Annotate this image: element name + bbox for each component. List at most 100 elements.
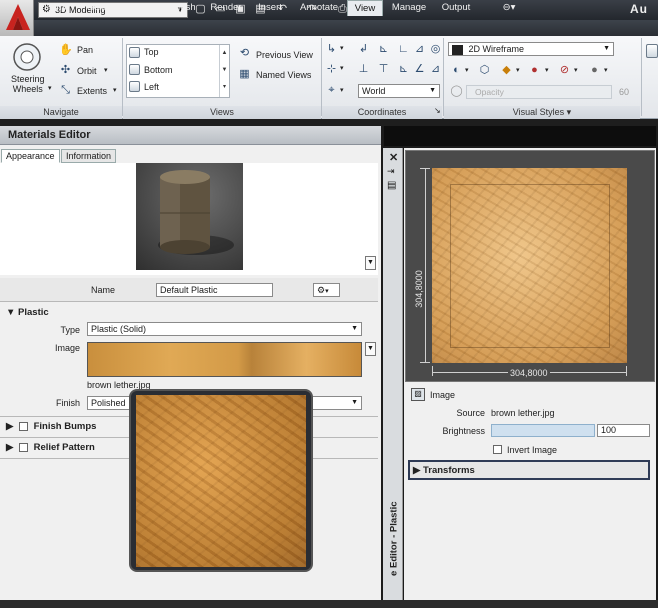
extents-button[interactable]: Extents xyxy=(77,86,107,96)
ucs-origin-icon[interactable]: ↲ xyxy=(357,43,370,56)
face-style-icon[interactable]: ⬡ xyxy=(478,64,491,77)
extents-dropdown-icon[interactable]: ▾ xyxy=(113,86,117,94)
tab-annotate[interactable]: Annotate xyxy=(294,0,344,16)
ucs-rotate-x-icon[interactable]: ⊾ xyxy=(397,63,410,76)
edges-icon[interactable]: ◐ xyxy=(450,64,463,77)
section-plastic[interactable]: ▼ Plastic xyxy=(6,307,49,318)
orbit-dropdown-icon[interactable]: ▾ xyxy=(104,66,108,74)
views-gallery[interactable] xyxy=(126,44,230,98)
texture-tile-boundary[interactable] xyxy=(450,184,610,348)
finish-label: Finish xyxy=(55,398,80,408)
image-options-icon[interactable]: ▼ xyxy=(365,342,376,356)
next-panel-icon[interactable] xyxy=(646,44,658,58)
properties-icon[interactable]: ▤ xyxy=(387,180,396,191)
ribbon-minimize-icon[interactable]: ⊖▾ xyxy=(497,0,521,16)
tab-render[interactable]: Render xyxy=(206,0,246,16)
lighting-icon[interactable]: ● xyxy=(528,64,541,77)
brightness-slider[interactable] xyxy=(491,424,595,437)
materials-icon[interactable]: ● xyxy=(588,64,601,77)
ucs-object-icon[interactable]: ⊥ xyxy=(357,63,370,76)
ucs-x-icon[interactable]: ⊾ xyxy=(377,43,390,56)
ucs-3point-icon[interactable]: ⊹ xyxy=(325,63,338,76)
image-label: Image xyxy=(54,343,80,353)
close-icon[interactable]: ✕ xyxy=(389,151,398,164)
ucs-z-icon[interactable]: ⊿ xyxy=(413,43,426,56)
material-name-input[interactable]: Default Plastic xyxy=(156,283,273,297)
tab-surface[interactable]: Surface xyxy=(120,0,162,16)
transforms-section[interactable]: ▶ Transforms xyxy=(408,460,650,480)
visual-style-select[interactable]: 2D Wireframe ▼ xyxy=(448,42,614,56)
materials-dropdown-icon[interactable]: ▾ xyxy=(604,66,608,74)
auto-hide-icon[interactable]: ⇥ xyxy=(387,166,395,177)
chevron-down-icon: ▾ xyxy=(325,288,329,295)
view-bottom[interactable]: Bottom xyxy=(144,65,173,75)
ucs-rotate-y-icon[interactable]: ∠ xyxy=(413,63,426,76)
lighting-dropdown-icon[interactable]: ▾ xyxy=(545,66,549,74)
finish-value: Polished xyxy=(91,398,126,408)
image-texture-swatch[interactable] xyxy=(87,342,362,377)
steering-wheels-button[interactable] xyxy=(10,42,44,72)
chevron-down-icon: ▼ xyxy=(351,325,358,332)
preview-options-icon[interactable]: ▼ xyxy=(365,256,376,270)
ucs-view-icon[interactable]: ◎ xyxy=(429,43,442,56)
visual-style-icon xyxy=(452,44,463,55)
opacity-slider[interactable]: Opacity xyxy=(466,85,612,99)
tab-view[interactable]: View xyxy=(347,0,383,16)
finish-bumps-checkbox[interactable] xyxy=(18,421,28,431)
section-relief-pattern[interactable]: ▶ Relief Pattern xyxy=(6,442,95,453)
application-button[interactable] xyxy=(0,0,34,36)
shadows-icon[interactable]: ◆ xyxy=(500,64,513,77)
invert-image-checkbox[interactable] xyxy=(493,445,502,454)
brightness-label: Brightness xyxy=(442,426,485,436)
ucs-rotate-z-icon[interactable]: ⊿ xyxy=(429,63,442,76)
height-dimension-label-anchor: 304,8000 xyxy=(413,268,434,310)
ucs-world-select[interactable]: World ▼ xyxy=(358,84,440,98)
view-left[interactable]: Left xyxy=(144,82,159,92)
source-value[interactable]: brown lether.jpg xyxy=(491,408,555,418)
opacity-icon: ◯ xyxy=(450,85,463,97)
panel-launcher-icon[interactable]: ↘ xyxy=(434,106,441,115)
previous-view-button[interactable]: Previous View xyxy=(256,50,313,60)
shadows-dropdown-icon[interactable]: ▾ xyxy=(516,66,520,74)
named-views-button[interactable]: Named Views xyxy=(256,70,311,80)
xray-icon[interactable]: ⊘ xyxy=(558,64,571,77)
autocad-logo-icon xyxy=(6,4,30,30)
section-finish-bumps[interactable]: ▶ Finish Bumps xyxy=(6,421,96,432)
gallery-scroll-icon[interactable]: ▲ ▼ ▾ xyxy=(219,45,229,97)
tab-insert[interactable]: Insert xyxy=(250,0,290,16)
named-views-icon: ▦ xyxy=(239,68,250,80)
ucs-y-icon[interactable]: ∟ xyxy=(397,43,410,56)
tab-manage[interactable]: Manage xyxy=(387,0,431,16)
width-dimension-tick xyxy=(626,366,627,376)
tab-information[interactable]: Information xyxy=(61,149,117,163)
type-select[interactable]: Plastic (Solid) ▼ xyxy=(87,322,362,336)
width-dimension-value: 304,8000 xyxy=(508,368,550,378)
ucs-face-icon[interactable]: ⊤ xyxy=(377,63,390,76)
brightness-input[interactable]: 100 xyxy=(597,424,650,437)
texture-tooltip-image xyxy=(136,395,306,567)
tab-solid[interactable]: Solid xyxy=(80,0,116,16)
xray-dropdown-icon[interactable]: ▾ xyxy=(574,66,578,74)
relief-pattern-checkbox[interactable] xyxy=(18,442,28,452)
top-view-icon xyxy=(129,47,140,58)
divider xyxy=(0,301,378,302)
transforms-label: Transforms xyxy=(423,465,475,476)
material-preview-image xyxy=(136,163,243,270)
ucs-3point-dropdown-icon[interactable]: ▾ xyxy=(340,64,344,72)
steering-dropdown-icon[interactable]: ▾ xyxy=(48,84,52,92)
view-top[interactable]: Top xyxy=(144,47,159,57)
ucs-icon[interactable]: ↳ xyxy=(325,43,338,56)
ucs-world-dropdown-icon[interactable]: ▾ xyxy=(340,86,344,94)
panel-divider xyxy=(443,38,444,116)
tab-home[interactable]: Home xyxy=(38,0,76,16)
material-options-button[interactable]: ⚙▾ xyxy=(313,283,340,297)
pan-button[interactable]: Pan xyxy=(77,45,93,55)
ucs-world-icon: ⌖ xyxy=(328,84,335,96)
ucs-dropdown-icon[interactable]: ▾ xyxy=(340,44,344,52)
tab-output[interactable]: Output xyxy=(435,0,477,16)
tab-mesh[interactable]: Mesh xyxy=(166,0,202,16)
orbit-button[interactable]: Orbit xyxy=(77,66,97,76)
tab-appearance[interactable]: Appearance xyxy=(1,149,60,163)
panel-divider xyxy=(321,38,322,116)
edges-dropdown-icon[interactable]: ▾ xyxy=(465,66,469,74)
